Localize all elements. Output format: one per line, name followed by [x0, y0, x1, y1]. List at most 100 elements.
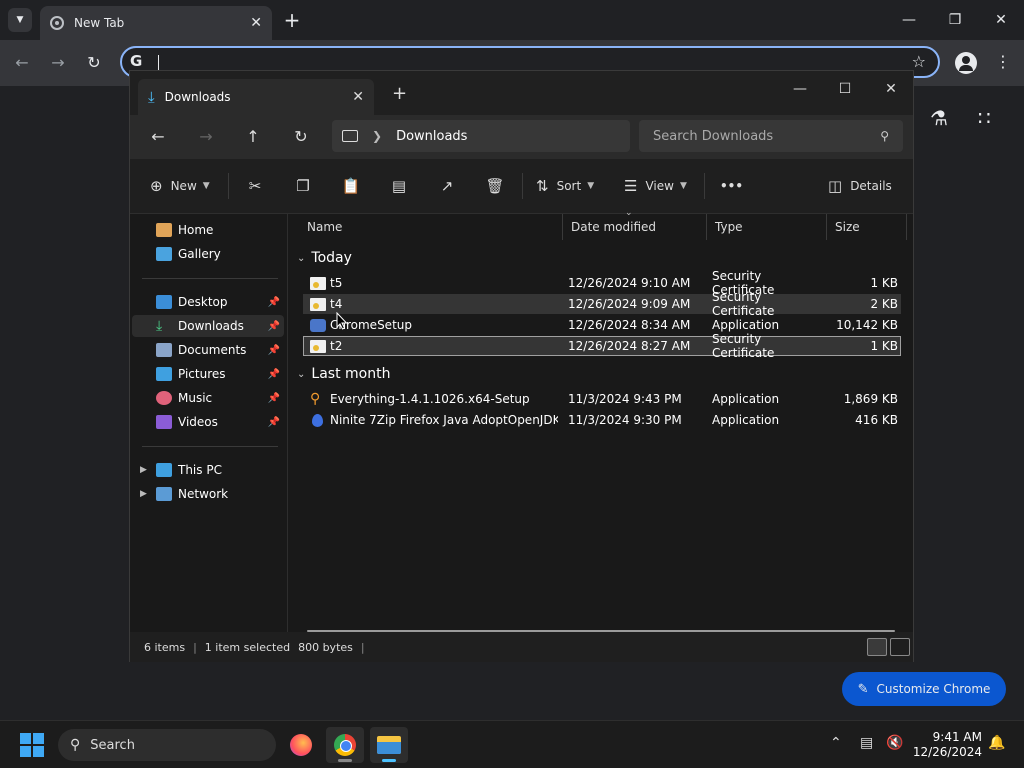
breadcrumb[interactable]: ❯ Downloads — [332, 120, 630, 152]
new-button[interactable]: ⊕ New ▼ — [150, 175, 210, 197]
pin-icon[interactable]: 📌 — [268, 297, 280, 308]
pin-icon[interactable]: 📌 — [268, 369, 280, 380]
file-date: 12/26/2024 8:34 AM — [568, 318, 691, 332]
copy-icon[interactable]: ❐ — [292, 175, 314, 197]
labs-flask-icon[interactable]: ⚗ — [930, 106, 948, 130]
share-icon[interactable]: ↗ — [436, 175, 458, 197]
file-row[interactable]: ⚲ Everything-1.4.1.1026.x64-Setup 11/3/20… — [303, 389, 901, 409]
back-arrow-icon[interactable]: ← — [10, 52, 34, 74]
notification-bell-icon[interactable]: 🔔 — [988, 735, 1005, 751]
explorer-tab-downloads[interactable]: ⤓ Downloads ✕ — [138, 79, 374, 115]
nav-item-downloads[interactable]: ⤓ Downloads 📌 — [132, 315, 284, 337]
taskbar-chrome[interactable] — [326, 727, 364, 763]
group-label: Last month — [311, 366, 391, 382]
file-row[interactable]: Ninite 7Zip Firefox Java AdoptOpenJDK x.… — [303, 410, 901, 430]
more-options-button[interactable]: ••• — [720, 175, 743, 197]
pin-icon[interactable]: 📌 — [268, 321, 280, 332]
file-row[interactable]: t2 12/26/2024 8:27 AM Security Certifica… — [303, 332, 901, 360]
up-arrow-icon[interactable]: ↑ — [241, 125, 265, 149]
network-tray-icon[interactable]: ▤ — [860, 735, 873, 751]
explorer-maximize-button[interactable]: ☐ — [830, 77, 860, 101]
music-icon — [156, 391, 172, 405]
breadcrumb-downloads[interactable]: Downloads — [396, 129, 467, 144]
file-name: t5 — [330, 276, 343, 290]
explorer-minimize-button[interactable]: — — [785, 77, 815, 101]
taskbar-file-explorer[interactable] — [370, 727, 408, 763]
volume-muted-icon[interactable]: 🔇 — [886, 735, 903, 751]
nav-item-label: Network — [178, 487, 229, 501]
chevron-right-icon[interactable]: ❯ — [372, 129, 382, 143]
nav-item-network[interactable]: ▶ Network — [132, 483, 284, 505]
forward-arrow-icon[interactable]: → — [46, 52, 70, 74]
column-header-size[interactable]: Size — [827, 214, 907, 240]
delete-icon[interactable]: 🗑 — [484, 175, 506, 197]
running-indicator — [338, 759, 352, 762]
file-date: 12/26/2024 9:09 AM — [568, 297, 691, 311]
nav-item-music[interactable]: Music 📌 — [132, 387, 284, 409]
start-button[interactable] — [20, 733, 44, 757]
details-button[interactable]: ◫ Details — [828, 175, 892, 197]
taskbar-firefox[interactable] — [282, 727, 320, 763]
windows-logo-icon — [33, 733, 44, 744]
minimize-button[interactable]: — — [894, 8, 924, 32]
details-view-toggle[interactable] — [867, 638, 887, 656]
reload-icon[interactable]: ↻ — [82, 52, 106, 74]
close-icon[interactable]: ✕ — [250, 15, 262, 31]
search-input[interactable]: Search Downloads ⚲ — [639, 120, 903, 152]
rename-icon[interactable]: ▤ — [388, 175, 410, 197]
refresh-icon[interactable]: ↻ — [289, 125, 313, 149]
cut-icon[interactable]: ✂ — [244, 175, 266, 197]
bookmark-star-icon[interactable]: ☆ — [912, 52, 926, 71]
expand-chevron-icon[interactable]: ▶ — [140, 489, 147, 499]
view-button[interactable]: ☰ View ▼ — [624, 175, 687, 197]
file-size: 1 KB — [870, 276, 898, 290]
column-header-type[interactable]: Type — [707, 214, 827, 240]
this-pc-icon[interactable] — [342, 130, 358, 142]
group-header-today[interactable]: ⌄ Today — [297, 250, 352, 266]
system-clock[interactable]: 9:41 AM 12/26/2024 — [910, 730, 982, 760]
chrome-menu-icon[interactable]: ⋮ — [995, 52, 1011, 71]
file-date: 12/26/2024 8:27 AM — [568, 339, 691, 353]
explorer-new-tab-button[interactable]: + — [392, 83, 407, 104]
close-icon[interactable]: ✕ — [352, 89, 364, 105]
group-header-last-month[interactable]: ⌄ Last month — [297, 366, 390, 382]
tiles-view-toggle[interactable] — [890, 638, 910, 656]
nav-item-videos[interactable]: Videos 📌 — [132, 411, 284, 433]
pin-icon[interactable]: 📌 — [268, 345, 280, 356]
sort-button[interactable]: ⇅ Sort ▼ — [536, 175, 594, 197]
tab-search-button[interactable]: ▼ — [8, 8, 32, 32]
status-selected-size: 800 bytes — [298, 640, 353, 654]
nav-item-documents[interactable]: Documents 📌 — [132, 339, 284, 361]
taskbar-search-box[interactable]: ⚲ Search — [58, 729, 276, 761]
folder-icon — [377, 736, 401, 754]
column-header-name[interactable]: Name — [289, 214, 563, 240]
nav-item-gallery[interactable]: Gallery — [132, 243, 284, 265]
customize-chrome-button[interactable]: ✎ Customize Chrome — [842, 672, 1006, 706]
apps-grid-icon[interactable]: ∷ — [978, 106, 991, 130]
certificate-icon — [310, 339, 326, 353]
back-arrow-icon[interactable]: ← — [146, 125, 170, 149]
chevron-down-icon: ⌄ — [297, 368, 306, 380]
pin-icon[interactable]: 📌 — [268, 417, 280, 428]
file-row[interactable]: t4 12/26/2024 9:09 AM Security Certifica… — [303, 290, 901, 318]
column-header-date[interactable]: Date modified — [563, 214, 707, 240]
paste-icon[interactable]: 📋 — [340, 175, 362, 197]
explorer-close-button[interactable]: ✕ — [876, 77, 906, 101]
close-window-button[interactable]: ✕ — [986, 8, 1016, 32]
restore-button[interactable]: ❐ — [940, 8, 970, 32]
nav-item-desktop[interactable]: Desktop 📌 — [132, 291, 284, 313]
windows-logo-icon — [33, 746, 44, 757]
chrome-tab-new-tab[interactable]: New Tab ✕ — [40, 6, 272, 40]
nav-item-pictures[interactable]: Pictures 📌 — [132, 363, 284, 385]
nav-divider — [142, 446, 278, 447]
expand-chevron-icon[interactable]: ▶ — [140, 465, 147, 475]
nav-item-this-pc[interactable]: ▶ This PC — [132, 459, 284, 481]
profile-avatar-icon[interactable] — [955, 52, 977, 74]
show-hidden-icons-chevron-icon[interactable]: ⌃ — [830, 735, 842, 751]
nav-item-home[interactable]: Home — [132, 219, 284, 241]
new-tab-button[interactable]: + — [282, 8, 302, 32]
new-label: New — [170, 179, 197, 193]
download-icon: ⤓ — [148, 88, 155, 106]
pin-icon[interactable]: 📌 — [268, 393, 280, 404]
forward-arrow-icon[interactable]: → — [194, 125, 218, 149]
